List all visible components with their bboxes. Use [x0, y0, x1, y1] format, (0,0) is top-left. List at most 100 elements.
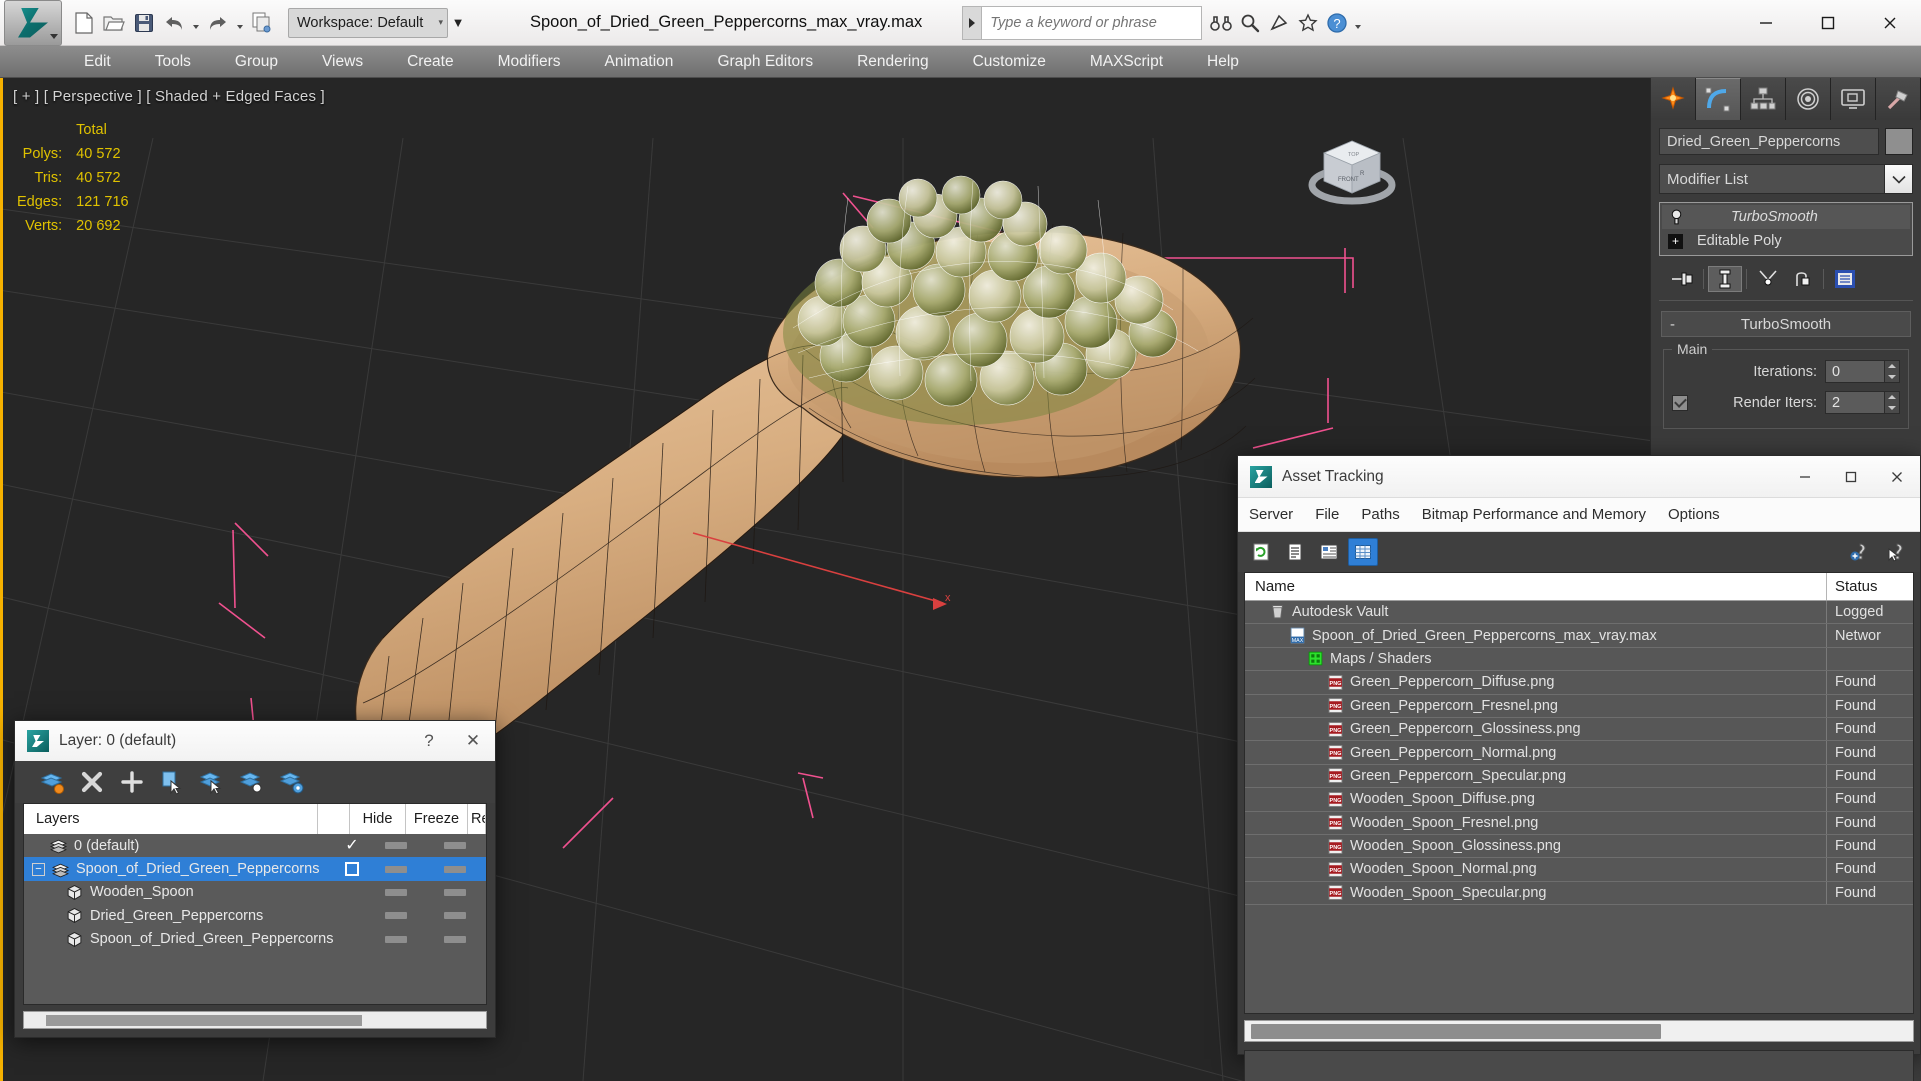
- layer-list[interactable]: Layers Hide Freeze Re 0 (default) ✓ − Spoon…: [23, 803, 487, 1005]
- workspace-selector[interactable]: Workspace: Default ▾: [288, 7, 448, 38]
- asset-row[interactable]: PNG Wooden_Spoon_Fresnel.png Found: [1245, 811, 1913, 835]
- delete-layer-icon[interactable]: [79, 769, 105, 795]
- help-cursor-icon[interactable]: [1882, 538, 1912, 566]
- menu-item-options[interactable]: Options: [1657, 498, 1731, 532]
- iterations-input[interactable]: [1825, 360, 1885, 383]
- motion-tab[interactable]: [1786, 78, 1831, 120]
- column-header-current[interactable]: [318, 804, 350, 834]
- scrollbar-thumb[interactable]: [46, 1015, 362, 1026]
- layer-dialog[interactable]: Layer: 0 (default) ? ✕ Layers Hide Freez…: [14, 720, 496, 1038]
- asset-row[interactable]: PNG Wooden_Spoon_Glossiness.png Found: [1245, 834, 1913, 859]
- maximize-icon[interactable]: [1797, 0, 1859, 46]
- menu-item-tools[interactable]: Tools: [133, 46, 213, 78]
- new-file-icon[interactable]: [70, 8, 98, 38]
- layer-properties-icon[interactable]: [279, 769, 305, 795]
- save-file-icon[interactable]: [130, 8, 158, 38]
- maximize-icon[interactable]: [1828, 456, 1874, 498]
- layer-row[interactable]: 0 (default) ✓: [24, 834, 486, 857]
- modifier-stack-item-turbosmooth[interactable]: TurboSmooth: [1662, 205, 1910, 229]
- menu-item-graph-editors[interactable]: Graph Editors: [695, 46, 835, 78]
- freeze-toggle[interactable]: [424, 842, 486, 850]
- column-header-layers[interactable]: Layers: [24, 804, 318, 834]
- list-view-icon[interactable]: [1280, 538, 1310, 566]
- select-highlighted-icon[interactable]: [199, 769, 225, 795]
- asset-row[interactable]: PNG Green_Peppercorn_Normal.png Found: [1245, 741, 1913, 765]
- asset-row[interactable]: Autodesk Vault Logged: [1245, 601, 1913, 625]
- configure-sets-icon[interactable]: [1828, 266, 1862, 292]
- menu-item-bitmap-performance-and-memory[interactable]: Bitmap Performance and Memory: [1411, 498, 1657, 532]
- redo-dropdown-caret-icon[interactable]: [234, 8, 246, 38]
- modifier-stack[interactable]: TurboSmooth + Editable Poly: [1659, 202, 1913, 256]
- expand-collapse-icon[interactable]: −: [32, 862, 45, 876]
- plus-box-icon[interactable]: +: [1668, 233, 1683, 249]
- utilities-tab[interactable]: [1876, 78, 1921, 120]
- asset-row[interactable]: PNG Wooden_Spoon_Diffuse.png Found: [1245, 788, 1913, 812]
- menu-item-server[interactable]: Server: [1238, 498, 1304, 532]
- view-cube[interactable]: FRONT R TOP: [1302, 123, 1402, 223]
- hide-toggle[interactable]: [368, 865, 424, 873]
- asset-row[interactable]: Maps / Shaders: [1245, 647, 1913, 672]
- asset-row[interactable]: PNG Green_Peppercorn_Diffuse.png Found: [1245, 671, 1913, 695]
- menu-item-file[interactable]: File: [1304, 498, 1350, 532]
- asset-tracking-list[interactable]: Name Status Autodesk Vault Logged MAX Spoon…: [1244, 572, 1914, 1014]
- layer-horizontal-scrollbar[interactable]: [23, 1011, 487, 1029]
- add-help-icon[interactable]: [1846, 538, 1876, 566]
- column-header-render[interactable]: Re: [468, 804, 486, 834]
- viewport-label[interactable]: [ + ] [ Perspective ] [ Shaded + Edged F…: [13, 88, 325, 105]
- freeze-toggle[interactable]: [424, 935, 486, 943]
- menu-item-views[interactable]: Views: [300, 46, 385, 78]
- iterations-spinner[interactable]: [1885, 360, 1900, 383]
- menu-item-maxscript[interactable]: MAXScript: [1068, 46, 1185, 78]
- column-header-freeze[interactable]: Freeze: [406, 804, 468, 834]
- search-expand-icon[interactable]: [962, 5, 983, 40]
- make-unique-icon[interactable]: [1751, 266, 1785, 292]
- refresh-icon[interactable]: [1246, 538, 1276, 566]
- minimize-icon[interactable]: [1782, 456, 1828, 498]
- current-layer-checkbox[interactable]: [336, 862, 368, 877]
- asset-tracking-window[interactable]: Asset Tracking Server File Paths Bitmap …: [1237, 455, 1921, 1081]
- project-folder-icon[interactable]: [248, 8, 276, 38]
- turbosmooth-rollout-header[interactable]: - TurboSmooth: [1661, 311, 1911, 337]
- help-icon[interactable]: ?: [1323, 8, 1351, 38]
- asset-row[interactable]: PNG Green_Peppercorn_Fresnel.png Found: [1245, 694, 1913, 718]
- grid-view-icon[interactable]: [1348, 538, 1378, 566]
- menu-item-paths[interactable]: Paths: [1350, 498, 1410, 532]
- asset-row[interactable]: PNG Wooden_Spoon_Normal.png Found: [1245, 858, 1913, 882]
- menu-item-animation[interactable]: Animation: [583, 46, 696, 78]
- layer-row[interactable]: − Spoon_of_Dried_Green_Peppercorns: [24, 857, 486, 881]
- asset-row[interactable]: PNG Green_Peppercorn_Glossiness.png Found: [1245, 717, 1913, 742]
- workspace-expand-button[interactable]: ▼: [448, 8, 468, 38]
- freeze-toggle[interactable]: [424, 865, 486, 873]
- hierarchy-tab[interactable]: [1741, 78, 1786, 120]
- remove-modifier-icon[interactable]: [1785, 266, 1819, 292]
- layer-row[interactable]: Dried_Green_Peppercorns: [24, 904, 486, 927]
- pin-stack-icon[interactable]: [1665, 266, 1699, 292]
- highlight-selected-icon[interactable]: [239, 769, 265, 795]
- hide-toggle[interactable]: [368, 912, 424, 920]
- chevron-down-icon[interactable]: [1884, 165, 1912, 193]
- render-iters-input[interactable]: [1825, 391, 1885, 414]
- detail-view-icon[interactable]: [1314, 538, 1344, 566]
- column-header-hide[interactable]: Hide: [350, 804, 406, 834]
- menu-item-group[interactable]: Group: [213, 46, 300, 78]
- hide-toggle[interactable]: [368, 842, 424, 850]
- modifier-stack-item-editable-poly[interactable]: + Editable Poly: [1662, 229, 1910, 253]
- app-logo-button[interactable]: [4, 0, 62, 46]
- freeze-toggle[interactable]: [424, 888, 486, 896]
- minimize-icon[interactable]: [1735, 0, 1797, 46]
- layer-row[interactable]: Wooden_Spoon: [24, 881, 486, 904]
- current-layer-checkbox[interactable]: ✓: [336, 837, 368, 854]
- select-objects-icon[interactable]: [159, 769, 185, 795]
- menu-item-modifiers[interactable]: Modifiers: [476, 46, 583, 78]
- freeze-toggle[interactable]: [424, 912, 486, 920]
- menu-item-edit[interactable]: Edit: [62, 46, 133, 78]
- binoculars-icon[interactable]: [1207, 8, 1235, 38]
- magnifier-icon[interactable]: [1236, 8, 1264, 38]
- show-end-result-icon[interactable]: [1708, 266, 1742, 292]
- object-color-swatch[interactable]: [1885, 128, 1913, 155]
- star-icon[interactable]: [1294, 8, 1322, 38]
- close-icon[interactable]: [1874, 456, 1920, 498]
- menu-item-create[interactable]: Create: [385, 46, 476, 78]
- asset-row[interactable]: MAX Spoon_of_Dried_Green_Peppercorns_max_…: [1245, 624, 1913, 648]
- layer-row[interactable]: Spoon_of_Dried_Green_Peppercorns: [24, 928, 486, 951]
